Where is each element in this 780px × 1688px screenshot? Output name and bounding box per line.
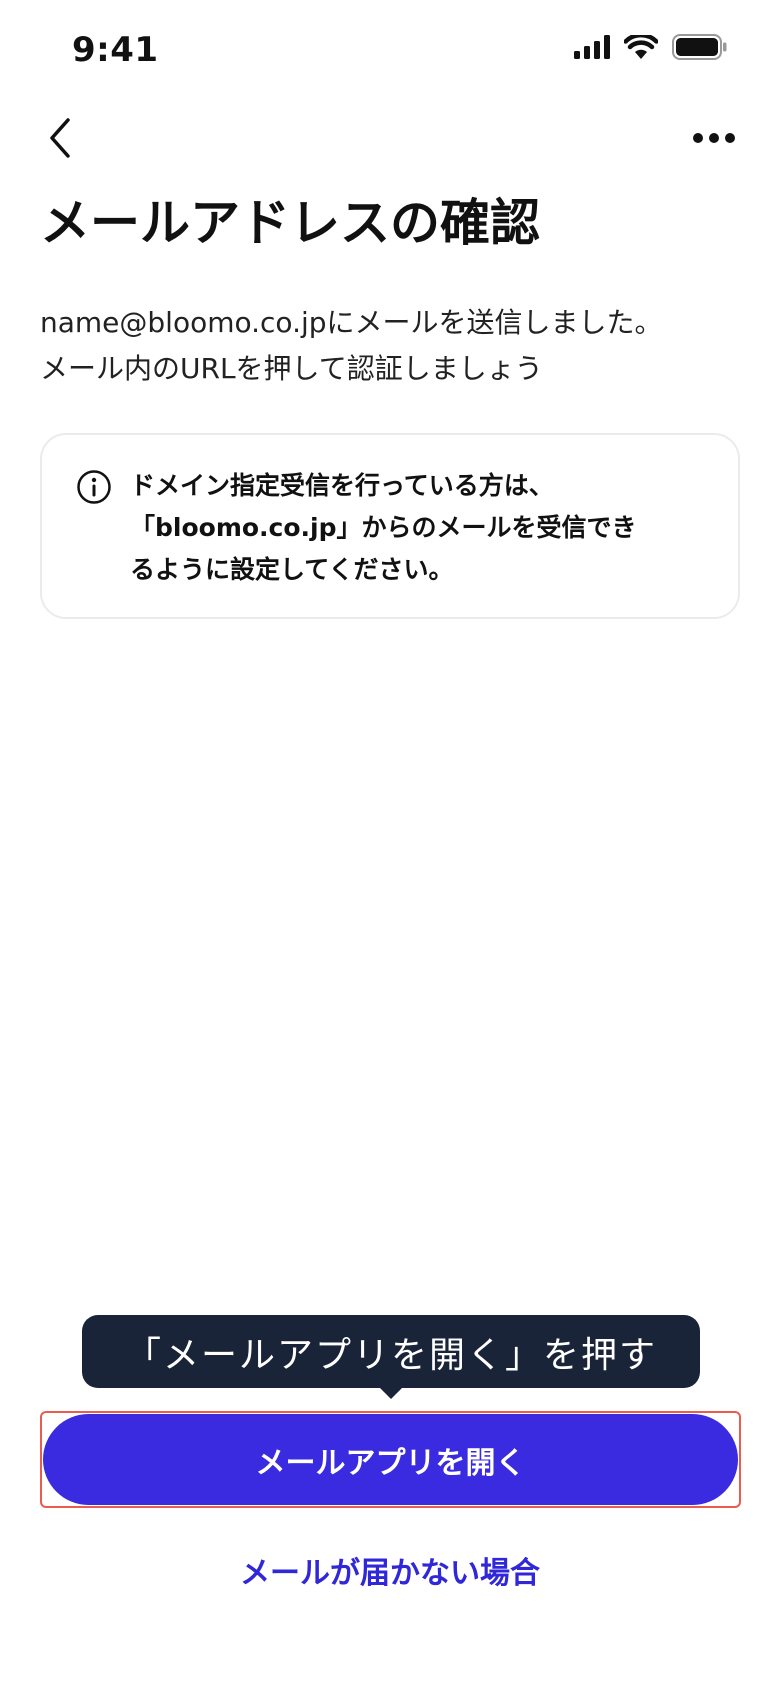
mail-not-received-link[interactable]: メールが届かない場合: [0, 1548, 780, 1592]
more-horizontal-icon: [693, 133, 735, 143]
info-text: ドメイン指定受信を行っている方は、 「bloomo.co.jp」からのメールを受…: [130, 465, 720, 591]
info-line: ドメイン指定受信を行っている方は、: [130, 471, 554, 500]
status-icons: [574, 34, 728, 60]
chevron-left-icon: [50, 118, 70, 158]
description: name@bloomo.co.jpにメールを送信しました。 メール内のURLを押…: [40, 300, 760, 392]
open-mail-app-button[interactable]: メールアプリを開く: [43, 1414, 738, 1505]
description-line: メール内のURLを押して認証しましょう: [40, 352, 543, 385]
page-title: メールアドレスの確認: [40, 194, 540, 252]
back-button[interactable]: [30, 108, 90, 168]
instruction-tooltip: 「メールアプリを開く」を押す: [82, 1315, 700, 1388]
status-bar: 9:41: [0, 0, 780, 100]
info-card: ドメイン指定受信を行っている方は、 「bloomo.co.jp」からのメールを受…: [40, 433, 740, 619]
nav-bar: [0, 100, 780, 200]
info-icon: [77, 470, 111, 504]
battery-icon: [672, 34, 727, 60]
description-line: name@bloomo.co.jpにメールを送信しました。: [40, 306, 663, 339]
more-options-button[interactable]: [684, 118, 744, 158]
tooltip-arrow: [379, 1387, 403, 1399]
info-line: 「bloomo.co.jp」からのメールを受信でき: [130, 513, 637, 542]
info-line: るように設定してください。: [130, 555, 454, 584]
signal-icon: [574, 35, 610, 59]
status-time: 9:41: [72, 30, 159, 70]
wifi-icon: [624, 35, 658, 59]
